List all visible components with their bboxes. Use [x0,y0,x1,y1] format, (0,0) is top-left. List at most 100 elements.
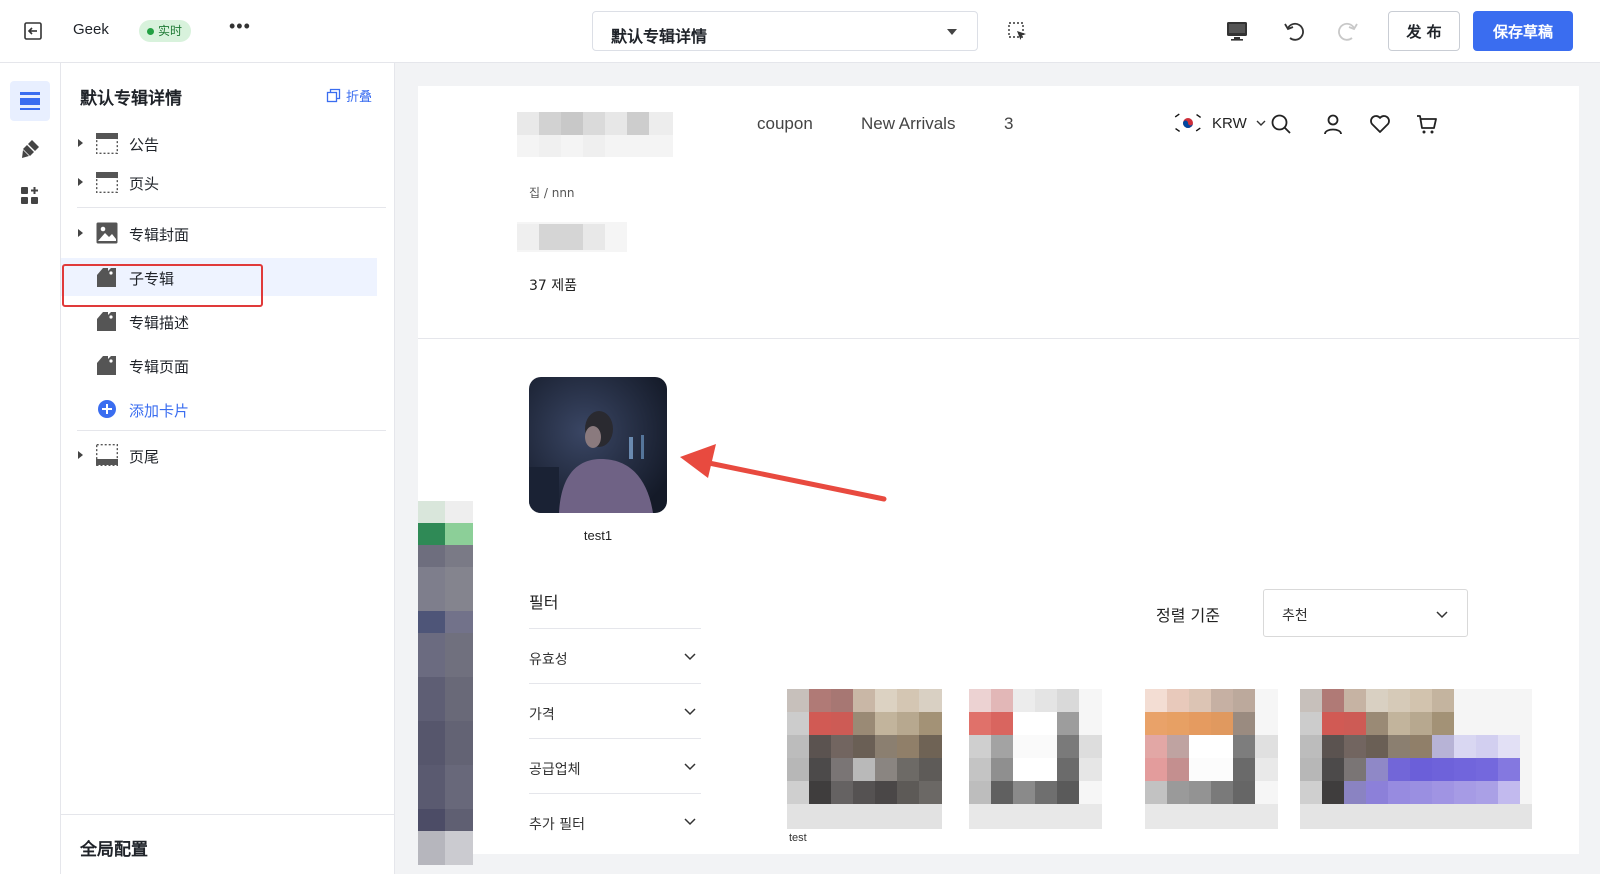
desktop-view-icon[interactable] [1225,19,1249,43]
tree-item-label: 添加卡片 [129,402,190,420]
status-badge-label: 实时 [158,24,183,38]
product-card[interactable] [969,689,1102,829]
top-toolbar: Geek 实时 ••• 默认专辑详情 发 布 保存草稿 [0,0,1600,63]
store-name: Geek [73,21,109,38]
wishlist-heart-icon[interactable] [1368,112,1392,136]
tree-item-album-description[interactable]: 专辑描述 [61,302,395,340]
store-preview-canvas[interactable]: coupon New Arrivals 3 KRW 집 / nnn 37 제품 … [418,86,1579,854]
chevron-down-icon [1256,120,1266,126]
filter-label: 유효성 [529,652,568,668]
brush-icon [22,140,39,158]
chevron-down-icon [684,653,696,661]
tree-item-label: 专辑页面 [129,358,190,376]
rail-apps[interactable] [10,176,50,216]
account-icon[interactable] [1321,112,1345,136]
expand-arrow-icon[interactable] [78,229,83,237]
korea-flag-icon [1172,112,1204,134]
filter-more[interactable]: 추가 필터 [529,793,701,849]
sort-select[interactable]: 추천 [1263,589,1468,637]
expand-arrow-icon[interactable] [78,139,83,147]
rail-sections[interactable] [10,81,50,121]
chevron-down-icon [1436,611,1448,619]
currency-label: KRW [1212,114,1247,132]
chevron-down-icon [684,763,696,771]
undo-icon[interactable] [1282,19,1306,43]
filter-price[interactable]: 가격 [529,683,701,739]
cart-icon[interactable] [1415,112,1439,136]
nav-link-3[interactable]: 3 [1004,114,1013,134]
sort-select-value: 추천 [1282,608,1308,624]
filter-availability[interactable]: 유효성 [529,628,701,684]
product-count: 37 제품 [529,278,578,294]
sub-album-image [529,377,667,513]
expand-arrow-icon[interactable] [78,178,83,186]
currency-selector[interactable]: KRW [1172,112,1267,134]
rail-theme[interactable] [10,129,50,169]
chevron-down-icon [684,818,696,826]
caret-down-icon [947,29,957,35]
layout-header-icon [96,133,119,155]
divider [77,207,386,208]
tree-item-label: 公告 [129,136,160,154]
page-select[interactable]: 默认专辑详情 [592,11,978,51]
redo-icon[interactable] [1336,19,1360,43]
sub-album-card[interactable] [529,377,667,513]
blurred-overlay-strip [418,501,473,865]
image-icon [96,222,118,244]
tag-icon [97,356,116,375]
filter-label: 가격 [529,707,555,723]
status-badge: 实时 [139,20,192,42]
layout-header-icon [96,172,119,194]
tree-item-label: 专辑封面 [129,226,190,244]
select-element-icon[interactable] [1007,21,1029,43]
panel-title: 默认专辑详情 [80,89,182,108]
filter-label: 추가 필터 [529,817,585,833]
red-arrow-annotation [680,444,887,502]
collapse-label: 折叠 [346,89,373,104]
layout-footer-icon [96,444,119,467]
product-card[interactable] [1300,689,1532,829]
product-title: test [789,832,807,844]
tree-item-label: 页头 [129,175,160,193]
publish-button[interactable]: 发 布 [1388,11,1460,51]
live-dot-icon [147,27,154,35]
global-config-label: 全局配置 [80,840,148,860]
sections-icon [20,92,40,110]
apps-icon [21,187,38,204]
tag-icon [97,312,116,331]
product-card[interactable] [1145,689,1278,829]
sub-album-label: test1 [583,528,613,543]
nav-link-new-arrivals[interactable]: New Arrivals [861,114,955,134]
search-icon[interactable] [1269,112,1293,136]
tree-item-album-page[interactable]: 专辑页面 [61,346,395,384]
divider [418,338,1579,339]
store-logo [517,112,673,157]
album-title [517,222,627,252]
tree-item-album-cover[interactable]: 专辑封面 [61,214,395,252]
product-card[interactable] [787,689,942,829]
collapse-button[interactable]: 折叠 [326,86,372,105]
tree-item-announcement[interactable]: 公告 [61,124,395,162]
divider [77,430,386,431]
tree-item-footer[interactable]: 页尾 [61,436,395,474]
section-tree-panel: 默认专辑详情 折叠 公告 页头 专辑封面 子专辑 专辑描述 专辑页面 添加卡片 … [61,63,395,874]
page-select-value: 默认专辑详情 [611,29,708,46]
filter-title: 필터 [529,593,559,612]
add-card-button[interactable]: 添加卡片 [61,390,395,428]
filter-label: 공급업체 [529,762,581,778]
expand-arrow-icon[interactable] [78,451,83,459]
nav-link-coupon[interactable]: coupon [757,114,813,134]
save-draft-button[interactable]: 保存草稿 [1473,11,1573,51]
tree-item-header[interactable]: 页头 [61,163,395,201]
filter-vendor[interactable]: 공급업체 [529,738,701,794]
tree-item-label: 页尾 [129,448,160,466]
highlight-annotation [62,264,263,307]
global-config[interactable]: 全局配置 [61,814,395,874]
plus-circle-icon [98,400,116,418]
left-icon-rail [0,63,61,874]
breadcrumb: 집 / nnn [529,186,575,200]
chevron-down-icon [684,708,696,716]
exit-icon[interactable] [22,20,44,42]
collapse-icon [326,88,341,103]
more-icon[interactable]: ••• [229,16,251,37]
